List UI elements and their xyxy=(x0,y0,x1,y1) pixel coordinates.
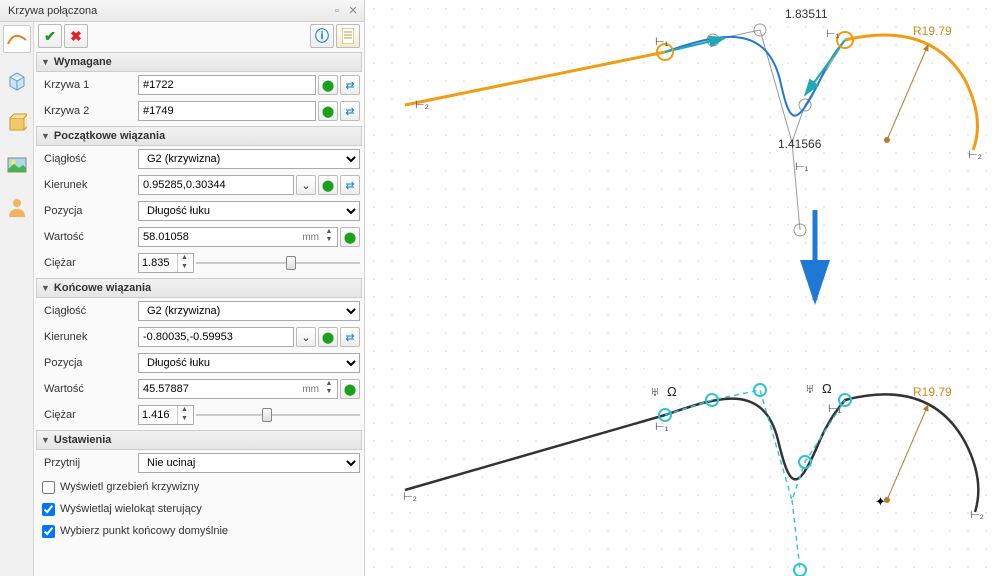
help-page-button[interactable] xyxy=(336,24,360,48)
marker-t1-mid: ⊢₁ xyxy=(795,161,809,173)
radius-label-bottom: R19.79 xyxy=(913,385,952,399)
end-value-unit: mm xyxy=(298,384,323,395)
end-sym-ctrl: ♅ xyxy=(805,381,815,396)
tab-box-icon[interactable] xyxy=(3,67,31,95)
end-continuity-select[interactable]: G2 (krzywizna) xyxy=(138,301,360,321)
radius-label-top: R19.79 xyxy=(913,24,952,38)
end-marker-t1-bottom: ⊢₁ xyxy=(828,403,842,415)
label-curve2: Krzywa 2 xyxy=(38,105,138,117)
start-weight-input[interactable] xyxy=(139,254,177,272)
label-end-value: Wartość xyxy=(38,383,138,395)
curve2-flip-button[interactable]: ⇄ xyxy=(340,101,360,121)
show-comb-checkbox[interactable] xyxy=(42,481,55,494)
marker-t2-bottom-right: ⊢₂ xyxy=(970,509,984,521)
end-value-input[interactable] xyxy=(139,380,298,398)
svg-text:✦: ✦ xyxy=(875,494,886,509)
label-start-value: Wartość xyxy=(38,231,138,243)
start-continuity-select[interactable]: G2 (krzywizna) xyxy=(138,149,360,169)
trim-select[interactable]: Nie ucinaj xyxy=(138,453,360,473)
label-start-weight: Ciężar xyxy=(38,257,138,269)
end-weight-input[interactable] xyxy=(139,406,177,424)
marker-t2-bottom-left: ⊢₂ xyxy=(403,491,417,503)
chevron-down-icon: ▼ xyxy=(41,57,50,67)
curve1-input[interactable] xyxy=(138,75,316,95)
tab-user-icon[interactable] xyxy=(3,193,31,221)
end-weight-slider[interactable] xyxy=(196,412,360,418)
cancel-button[interactable]: ✖ xyxy=(64,24,88,48)
start-value-spinner[interactable]: ▲▼ xyxy=(323,229,335,245)
ok-button[interactable]: ✔ xyxy=(38,24,62,48)
end-marker-t1-top: ⊢₁ xyxy=(826,28,840,40)
label-curve1: Krzywa 1 xyxy=(38,79,138,91)
start-marker-t1-top: ⊢₁ xyxy=(655,36,669,48)
tab-cube-icon[interactable] xyxy=(3,109,31,137)
start-weight-spinner[interactable]: ▲▼ xyxy=(177,254,191,272)
select-endpoint-checkbox[interactable] xyxy=(42,525,55,538)
curve2-pick-button[interactable]: ⬤ xyxy=(318,101,338,121)
label-trim: Przytnij xyxy=(38,457,138,469)
label-end-weight: Ciężar xyxy=(38,409,138,421)
graphics-viewport[interactable]: R19.79 1.83511 1.41566 ⊢₁ ⊢₁ ⊢₂ ⊢₂ ⊢₁ R1… xyxy=(365,0,1000,576)
minimize-button[interactable]: ▫ xyxy=(330,4,344,18)
action-toolbar: ✔ ✖ ⓘ xyxy=(36,22,362,50)
end-value-pick-button[interactable]: ⬤ xyxy=(340,379,360,399)
info-button[interactable]: ⓘ xyxy=(310,24,334,48)
label-end-position: Pozycja xyxy=(38,357,138,369)
section-start-header[interactable]: ▼Początkowe wiązania xyxy=(36,126,362,146)
chevron-down-icon: ▼ xyxy=(41,283,50,293)
curve1-pick-button[interactable]: ⬤ xyxy=(318,75,338,95)
show-polygon-checkbox[interactable] xyxy=(42,503,55,516)
close-panel-button[interactable]: ✕ xyxy=(346,4,360,18)
end-sym-omega: Ω xyxy=(822,381,832,396)
property-form: ✔ ✖ ⓘ ▼Wymagane Krzywa 1 ⬤ ⇄ xyxy=(34,22,364,576)
select-endpoint-label: Wybierz punkt końcowy domyślnie xyxy=(60,525,228,537)
tab-image-icon[interactable] xyxy=(3,151,31,179)
dim-top-1: 1.83511 xyxy=(785,7,828,21)
end-direction-pick-button[interactable]: ⬤ xyxy=(318,327,338,347)
start-weight-slider[interactable] xyxy=(196,260,360,266)
chevron-down-icon: ▼ xyxy=(41,131,50,141)
start-direction-options-button[interactable]: ⌄ xyxy=(296,175,316,195)
end-position-select[interactable]: Długość łuku xyxy=(138,353,360,373)
start-direction-pick-button[interactable]: ⬤ xyxy=(318,175,338,195)
marker-t2-top-right: ⊢₂ xyxy=(968,149,982,161)
show-polygon-label: Wyświetlaj wielokąt sterujący xyxy=(60,503,202,515)
start-direction-input[interactable] xyxy=(138,175,294,195)
end-weight-spinner[interactable]: ▲▼ xyxy=(177,406,191,424)
start-value-input[interactable] xyxy=(139,228,298,246)
panel-title: Krzywa połączona xyxy=(8,5,328,17)
start-marker-t1-bottom: ⊢₁ xyxy=(655,421,669,433)
start-direction-flip-button[interactable]: ⇄ xyxy=(340,175,360,195)
end-direction-options-button[interactable]: ⌄ xyxy=(296,327,316,347)
label-end-continuity: Ciągłość xyxy=(38,305,138,317)
curve1-flip-button[interactable]: ⇄ xyxy=(340,75,360,95)
start-sym-omega: Ω xyxy=(667,384,677,399)
section-end-header[interactable]: ▼Końcowe wiązania xyxy=(36,278,362,298)
start-value-unit: mm xyxy=(298,232,323,243)
start-value-pick-button[interactable]: ⬤ xyxy=(340,227,360,247)
end-direction-flip-button[interactable]: ⇄ xyxy=(340,327,360,347)
label-start-continuity: Ciągłość xyxy=(38,153,138,165)
chevron-down-icon: ▼ xyxy=(41,435,50,445)
section-settings-header[interactable]: ▼Ustawienia xyxy=(36,430,362,450)
label-start-position: Pozycja xyxy=(38,205,138,217)
start-sym-ctrl: ♅ xyxy=(650,384,660,399)
label-start-direction: Kierunek xyxy=(38,179,138,191)
dim-top-2: 1.41566 xyxy=(778,137,822,151)
section-required-header[interactable]: ▼Wymagane xyxy=(36,52,362,72)
end-direction-input[interactable] xyxy=(138,327,294,347)
side-tabstrip xyxy=(0,22,34,576)
tab-curve-icon[interactable] xyxy=(3,25,31,53)
label-end-direction: Kierunek xyxy=(38,331,138,343)
property-panel: Krzywa połączona ▫ ✕ ✔ ✖ xyxy=(0,0,365,576)
end-value-spinner[interactable]: ▲▼ xyxy=(323,381,335,397)
start-position-select[interactable]: Długość łuku xyxy=(138,201,360,221)
panel-titlebar: Krzywa połączona ▫ ✕ xyxy=(0,0,364,22)
curve2-input[interactable] xyxy=(138,101,316,121)
show-comb-label: Wyświetl grzebień krzywizny xyxy=(60,481,199,493)
marker-t2-top-left: ⊢₂ xyxy=(415,99,429,111)
